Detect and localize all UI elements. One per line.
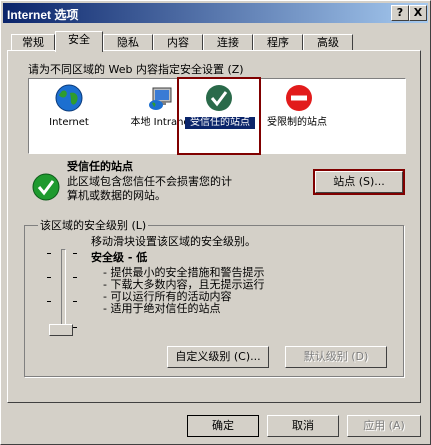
zone-label: 受信任的站点 (185, 117, 255, 129)
security-slider-track[interactable] (61, 249, 66, 333)
tab-programs[interactable]: 程序 (253, 34, 303, 51)
ok-button[interactable]: 确定 (187, 415, 259, 437)
globe-icon (55, 84, 83, 112)
default-level-button[interactable]: 默认级别 (D) (285, 346, 387, 368)
tab-general[interactable]: 常规 (11, 34, 55, 51)
security-slider-thumb[interactable] (49, 324, 73, 336)
slider-tick (47, 301, 51, 302)
internet-options-dialog: Internet 选项 ? X 常规 安全 隐私 内容 连接 程序 高级 请为不… (0, 0, 431, 445)
zone-prompt: 请为不同区域的 Web 内容指定安全设置 (Z) (28, 63, 244, 76)
title-bar[interactable]: Internet 选项 ? X (3, 3, 428, 23)
slider-tick (47, 277, 51, 278)
restricted-icon (286, 85, 312, 111)
apply-button[interactable]: 应用 (A) (347, 415, 421, 437)
custom-level-button[interactable]: 自定义级别 (C)... (167, 346, 269, 368)
trusted-zone-icon (32, 173, 60, 201)
tab-content[interactable]: 内容 (153, 34, 203, 51)
window-title: Internet 选项 (7, 8, 79, 22)
trusted-check-icon (206, 85, 232, 111)
zone-info-title: 受信任的站点 (67, 160, 133, 173)
intranet-icon (149, 87, 172, 110)
zone-trusted-sites[interactable]: 受信任的站点 (177, 77, 261, 155)
slider-tick (73, 327, 77, 328)
security-level-name: 安全级 - 低 (91, 251, 148, 264)
slider-tick (73, 301, 77, 302)
zone-info-desc-2: 算机或数据的网站。 (67, 189, 166, 202)
close-button[interactable]: X (409, 5, 427, 21)
zone-label: 受限制的站点 (267, 117, 327, 128)
help-button[interactable]: ? (391, 5, 409, 21)
zone-label: Internet (49, 117, 89, 128)
tab-privacy[interactable]: 隐私 (103, 34, 153, 51)
slider-tick (73, 277, 77, 278)
security-level-hint: 移动滑块设置该区域的安全级别。 (91, 235, 256, 248)
security-level-group-title: 该区域的安全级别 (L) (38, 217, 149, 233)
tab-advanced[interactable]: 高级 (303, 34, 353, 51)
tab-security[interactable]: 安全 (55, 31, 103, 52)
tab-connections[interactable]: 连接 (203, 34, 253, 51)
zone-internet[interactable]: Internet (29, 79, 109, 151)
slider-tick (47, 253, 51, 254)
slider-tick (73, 253, 77, 254)
cancel-button[interactable]: 取消 (267, 415, 339, 437)
zone-restricted-sites[interactable]: 受限制的站点 (259, 79, 339, 151)
security-bullet: - 适用于绝对信任的站点 (103, 302, 221, 315)
zone-list: Internet 本地 Intranet 受信任的站点 受限制的站点 (28, 77, 406, 155)
sites-button[interactable]: 站点 (S)... (313, 169, 405, 195)
